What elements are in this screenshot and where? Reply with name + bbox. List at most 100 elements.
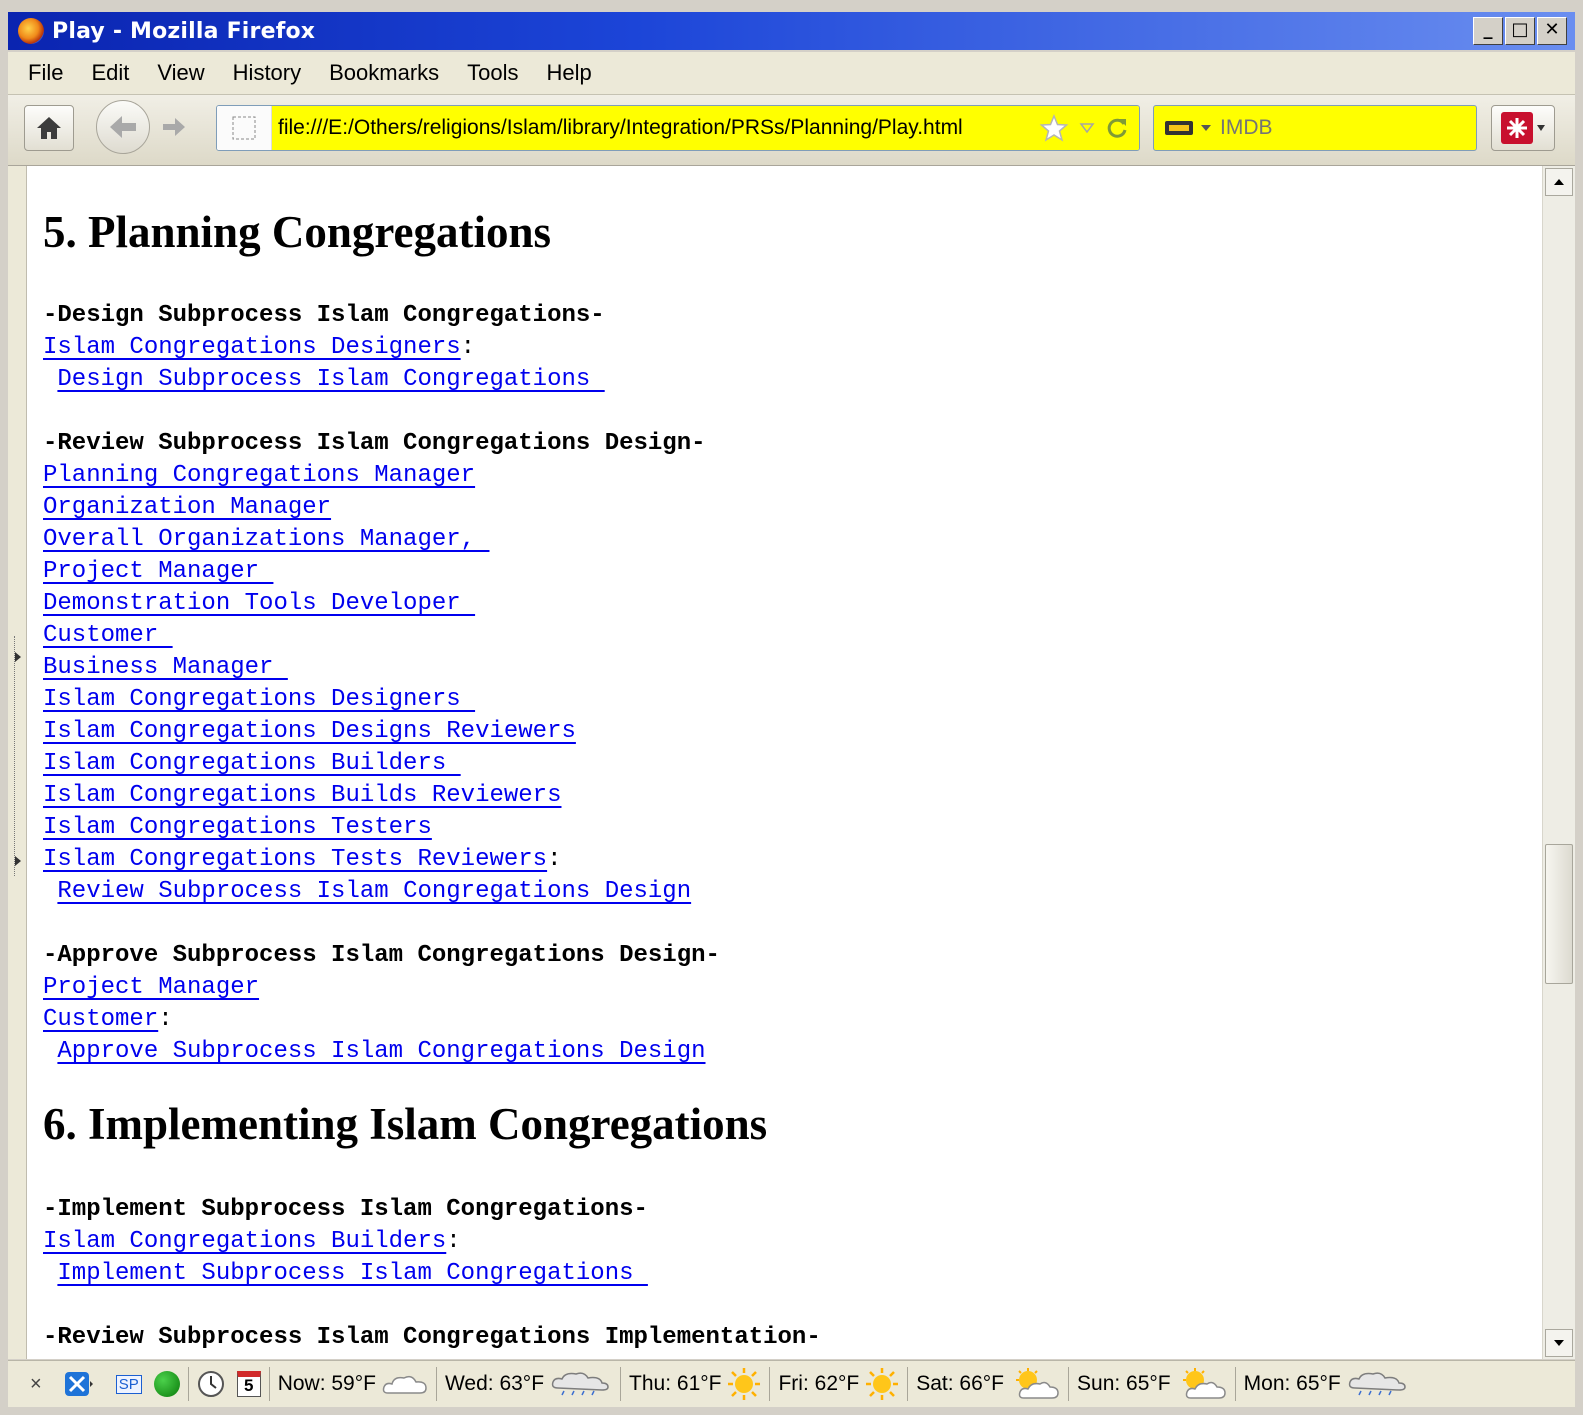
action-link[interactable]: Design Subprocess Islam Congregations	[57, 366, 604, 393]
cloud-icon	[382, 1375, 427, 1394]
weather-now[interactable]: Now: 59°F	[272, 1361, 434, 1407]
maximize-button[interactable]: □	[1505, 17, 1535, 45]
window-title-bar[interactable]: Play - Mozilla Firefox _ □ ✕	[8, 12, 1575, 50]
close-button[interactable]: ✕	[1537, 17, 1567, 45]
back-arrow-icon	[110, 116, 136, 138]
addon-blue-icon	[64, 1372, 93, 1396]
window-controls: _ □ ✕	[1473, 17, 1567, 45]
green-status-icon	[153, 1371, 180, 1397]
site-identity-button[interactable]	[217, 106, 272, 150]
weather-sat[interactable]: Sat: 66°F	[910, 1361, 1066, 1407]
search-input[interactable]	[1212, 107, 1493, 149]
back-button[interactable]	[96, 100, 150, 154]
role-link[interactable]: Customer	[43, 622, 173, 649]
menu-tools[interactable]: Tools	[453, 60, 532, 86]
web-page: 5. Planning Congregations -Design Subpro…	[34, 166, 1534, 1359]
url-input[interactable]: file:///E:/Others/religions/Islam/librar…	[272, 106, 1039, 150]
role-line: Demonstration Tools Developer	[43, 588, 475, 620]
role-link[interactable]: Islam Congregations Testers	[43, 814, 432, 841]
expand-arrow-icon	[15, 652, 21, 662]
chevron-down-icon	[1537, 125, 1545, 131]
address-bar[interactable]: file:///E:/Others/religions/Islam/librar…	[216, 105, 1140, 151]
section-heading: 5. Planning Congregations	[43, 207, 552, 257]
step-title: -Implement Subprocess Islam Congregation…	[43, 1196, 648, 1223]
forward-button[interactable]	[154, 107, 194, 147]
sidebar-grip[interactable]	[14, 636, 21, 876]
clock-status-item[interactable]	[191, 1361, 231, 1407]
sp-status-item[interactable]: SP	[110, 1361, 148, 1407]
role-line: Customer	[43, 620, 173, 652]
role-link[interactable]: Islam Congregations Builders	[43, 750, 461, 777]
menu-help[interactable]: Help	[533, 60, 606, 86]
bookmark-star-icon[interactable]	[1039, 114, 1069, 142]
rain-cloud-icon	[551, 1372, 609, 1396]
scroll-down-button[interactable]	[1545, 1329, 1573, 1357]
calendar-icon: 5	[236, 1371, 261, 1397]
role-line: Islam Congregations Tests Reviewers:	[43, 846, 562, 873]
menu-file[interactable]: File	[8, 60, 77, 86]
dropdown-arrow-icon[interactable]	[1079, 121, 1095, 135]
role-line: Organization Manager	[43, 492, 331, 524]
search-bar[interactable]	[1153, 105, 1493, 151]
minimize-button[interactable]: _	[1473, 17, 1503, 45]
vertical-scrollbar[interactable]	[1542, 166, 1575, 1359]
role-link[interactable]: Project Manager	[43, 974, 259, 1001]
sun-icon	[866, 1368, 899, 1400]
weather-label: Sun: 65°F	[1077, 1372, 1171, 1395]
close-statusbar-button[interactable]: ×	[8, 1361, 58, 1407]
expand-arrow-icon	[15, 856, 21, 866]
action-link[interactable]: Implement Subprocess Islam Congregations	[57, 1260, 648, 1287]
firefox-logo-icon	[18, 18, 44, 44]
weather-fri[interactable]: Fri: 62°F	[772, 1361, 905, 1407]
weather-wed[interactable]: Wed: 63°F	[439, 1361, 618, 1407]
role-line: Project Manager	[43, 556, 273, 588]
reload-icon[interactable]	[1105, 116, 1129, 140]
status-bar: × SP 5 Now: 59°F Wed: 63°F Thu: 61°F Fri…	[8, 1360, 1575, 1407]
forward-arrow-icon	[163, 118, 185, 136]
menu-view[interactable]: View	[143, 60, 218, 86]
menu-bar: File Edit View History Bookmarks Tools H…	[8, 52, 1575, 95]
weather-thu[interactable]: Thu: 61°F	[623, 1361, 767, 1407]
sidebar-splitter[interactable]	[8, 166, 27, 1359]
window-title: Play - Mozilla Firefox	[52, 18, 316, 44]
weather-mon[interactable]: Mon: 65°F	[1238, 1361, 1415, 1407]
green-status-item[interactable]	[148, 1361, 186, 1407]
role-link[interactable]: Project Manager	[43, 558, 273, 585]
role-link[interactable]: Organization Manager	[43, 494, 331, 521]
scroll-up-button[interactable]	[1545, 168, 1573, 196]
back-forward-group	[96, 100, 208, 154]
action-link[interactable]: Approve Subprocess Islam Congregations D…	[57, 1038, 705, 1065]
menu-history[interactable]: History	[219, 60, 315, 86]
addon-status-button[interactable]	[58, 1361, 100, 1407]
addon-icon	[1501, 112, 1533, 144]
role-link[interactable]: Islam Congregations Designers	[43, 686, 475, 713]
weather-sun[interactable]: Sun: 65°F	[1071, 1361, 1233, 1407]
menu-edit[interactable]: Edit	[77, 60, 143, 86]
calendar-status-item[interactable]: 5	[231, 1361, 267, 1407]
role-link[interactable]: Islam Congregations Designs Reviewers	[43, 718, 576, 745]
addon-toolbar-button[interactable]	[1491, 105, 1555, 151]
partly-cloudy-icon	[1182, 1368, 1226, 1399]
menu-bookmarks[interactable]: Bookmarks	[315, 60, 453, 86]
home-button[interactable]	[24, 105, 74, 151]
role-link[interactable]: Islam Congregations Designers	[43, 334, 461, 361]
role-link[interactable]: Business Manager	[43, 654, 288, 681]
imdb-engine-icon	[1165, 121, 1193, 135]
role-link[interactable]: Customer	[43, 1006, 158, 1033]
role-link[interactable]: Planning Congregations Manager	[43, 462, 475, 489]
role-link[interactable]: Overall Organizations Manager,	[43, 526, 489, 553]
role-link[interactable]: Islam Congregations Tests Reviewers	[43, 846, 547, 873]
role-line: Islam Congregations Builders:	[43, 1228, 461, 1255]
search-engine-selector[interactable]	[1154, 119, 1212, 137]
role-link[interactable]: Demonstration Tools Developer	[43, 590, 475, 617]
step-title: -Review Subprocess Islam Congregations D…	[43, 430, 706, 457]
scroll-thumb[interactable]	[1545, 844, 1573, 984]
action-line: Design Subprocess Islam Congregations	[43, 364, 605, 396]
role-line: Business Manager	[43, 652, 288, 684]
content-area: 5. Planning Congregations -Design Subpro…	[8, 166, 1575, 1359]
role-link[interactable]: Islam Congregations Builds Reviewers	[43, 782, 561, 809]
role-line: Planning Congregations Manager	[43, 460, 475, 492]
role-link[interactable]: Islam Congregations Builders	[43, 1228, 446, 1255]
clock-icon	[197, 1371, 224, 1397]
action-link[interactable]: Review Subprocess Islam Congregations De…	[57, 878, 691, 905]
